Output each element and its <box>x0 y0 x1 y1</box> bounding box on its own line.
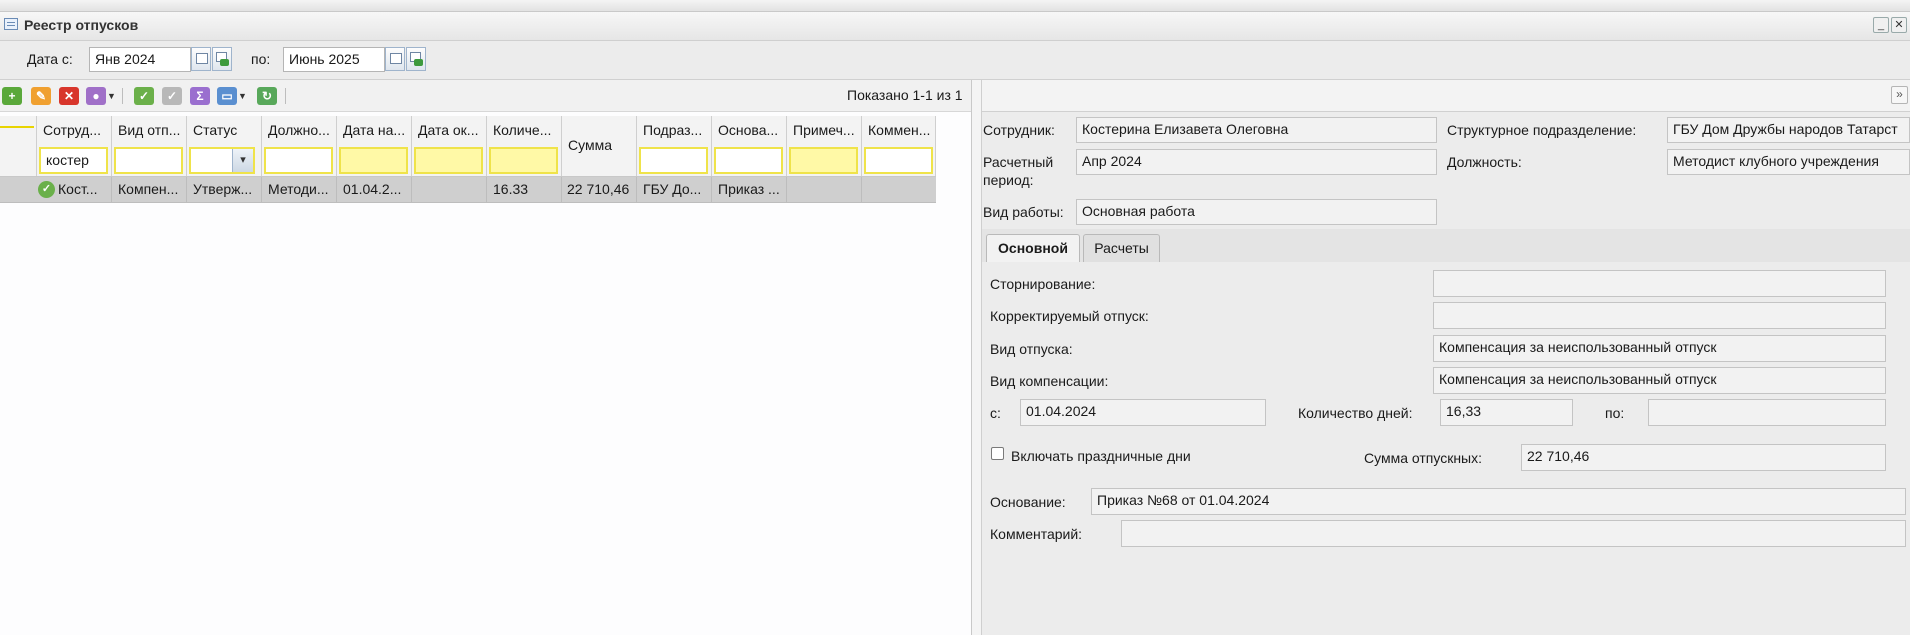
date-from-label: Дата с: <box>27 51 73 67</box>
cell-employee: Кост... <box>58 181 98 197</box>
department-label: Структурное подразделение: <box>1447 122 1637 138</box>
add-icon[interactable]: + <box>2 87 22 105</box>
cell-position: Методи... <box>268 181 329 197</box>
chevron-down-icon[interactable]: ▾ <box>232 149 253 172</box>
row-dividers <box>111 177 112 202</box>
sum-icon[interactable]: Σ <box>190 87 210 105</box>
filter-basis-input[interactable] <box>714 147 783 174</box>
toolbar-separator <box>122 88 123 104</box>
date-from-input[interactable]: Янв 2024 <box>89 47 191 72</box>
filter-department-input[interactable] <box>639 147 708 174</box>
filter-leave-type-input[interactable] <box>114 147 183 174</box>
actions-menu-icon[interactable]: ● <box>86 87 106 105</box>
filter-comment-input[interactable] <box>864 147 933 174</box>
corrected-leave-field[interactable] <box>1433 302 1886 329</box>
cell-start-date: 01.04.2... <box>343 181 402 197</box>
refresh-icon[interactable]: ↻ <box>257 87 277 105</box>
basis-field[interactable]: Приказ №68 от 01.04.2024 <box>1091 488 1906 515</box>
corrected-leave-label: Корректируемый отпуск: <box>990 308 1149 324</box>
unapprove-icon[interactable]: ✓ <box>162 87 182 105</box>
comment-label: Комментарий: <box>990 526 1083 542</box>
edit-icon[interactable]: ✎ <box>31 87 51 105</box>
column-sum[interactable]: Сумма <box>561 116 636 176</box>
approved-status-icon: ✓ <box>38 181 55 198</box>
employee-label: Сотрудник: <box>983 122 1055 138</box>
minimize-icon[interactable]: _ <box>1873 17 1889 33</box>
cell-status: Утверж... <box>193 181 253 197</box>
comment-field[interactable] <box>1121 520 1906 547</box>
filter-start-date-input[interactable] <box>339 147 408 174</box>
print-icon[interactable]: ▭ <box>217 87 237 105</box>
tab-calculations[interactable]: Расчеты <box>1083 234 1160 262</box>
cell-days: 16.33 <box>493 181 529 197</box>
cell-leave-type: Компен... <box>118 181 179 197</box>
cell-end-date <box>418 177 482 202</box>
to-date-label: по: <box>1605 405 1625 421</box>
leave-type-field[interactable]: Компенсация за неиспользованный отпуск <box>1433 335 1886 362</box>
approve-icon[interactable]: ✓ <box>134 87 154 105</box>
date-to-label: по: <box>251 51 271 67</box>
from-date-label: с: <box>990 405 1001 421</box>
basis-label: Основание: <box>990 494 1066 510</box>
compensation-type-field[interactable]: Компенсация за неиспользованный отпуск <box>1433 367 1886 394</box>
delete-icon[interactable]: ✕ <box>59 87 79 105</box>
filter-note-input[interactable] <box>789 147 858 174</box>
cell-basis: Приказ ... <box>718 181 780 197</box>
calendar-reset-icon[interactable] <box>406 47 426 71</box>
window-title: Реестр отпусков <box>24 17 139 33</box>
cell-sum: 22 710,46 <box>567 181 630 197</box>
from-date-field[interactable]: 01.04.2024 <box>1020 399 1266 426</box>
filter-status-select[interactable]: ▾ <box>189 147 255 174</box>
days-count-label: Количество дней: <box>1298 405 1413 421</box>
employee-field[interactable]: Костерина Елизавета Олеговна <box>1076 117 1437 143</box>
collapse-panel-icon[interactable]: » <box>1891 86 1908 104</box>
date-to-input[interactable]: Июнь 2025 <box>283 47 385 72</box>
tab-main[interactable]: Основной <box>986 234 1080 262</box>
period-label-line2: период: <box>983 172 1034 188</box>
detail-panel-header <box>982 80 1910 112</box>
filter-position-input[interactable] <box>264 147 333 174</box>
records-count: Показано 1-1 из 1 <box>847 87 963 103</box>
cell-department: ГБУ До... <box>643 181 702 197</box>
work-type-label: Вид работы: <box>983 204 1064 220</box>
work-type-field[interactable]: Основная работа <box>1076 199 1437 225</box>
toolbar-separator <box>285 88 286 104</box>
calendar-icon[interactable] <box>385 47 405 71</box>
to-date-field[interactable] <box>1648 399 1886 426</box>
window-list-icon <box>4 18 18 30</box>
panel-splitter[interactable] <box>972 80 982 635</box>
storno-label: Сторнирование: <box>990 276 1096 292</box>
close-icon[interactable]: ✕ <box>1891 17 1907 33</box>
calendar-reset-icon[interactable] <box>212 47 232 71</box>
filter-days-input[interactable] <box>489 147 558 174</box>
window-titlebar <box>0 12 1910 41</box>
vacation-sum-field[interactable]: 22 710,46 <box>1521 444 1886 471</box>
include-holidays-checkbox[interactable] <box>991 447 1004 460</box>
filter-end-date-input[interactable] <box>414 147 483 174</box>
leave-type-label: Вид отпуска: <box>990 341 1073 357</box>
position-label: Должность: <box>1447 154 1522 170</box>
cell-note <box>793 177 857 202</box>
calendar-icon[interactable] <box>191 47 211 71</box>
cell-comment <box>868 177 932 202</box>
chevron-down-icon[interactable]: ▼ <box>238 91 247 101</box>
top-strip <box>0 0 1910 12</box>
vacation-sum-label: Сумма отпускных: <box>1364 450 1483 466</box>
department-field[interactable]: ГБУ Дом Дружбы народов Татарст <box>1667 117 1910 143</box>
filter-employee-input[interactable]: костер <box>39 147 108 174</box>
period-field[interactable]: Апр 2024 <box>1076 149 1437 175</box>
chevron-down-icon[interactable]: ▼ <box>107 91 116 101</box>
row-selector-marker <box>0 126 34 128</box>
include-holidays-label: Включать праздничные дни <box>1011 448 1191 464</box>
storno-field[interactable] <box>1433 270 1886 297</box>
period-label: Расчетный <box>983 154 1054 170</box>
position-field[interactable]: Методист клубного учреждения <box>1667 149 1910 175</box>
days-count-field[interactable]: 16,33 <box>1440 399 1573 426</box>
compensation-type-label: Вид компенсации: <box>990 373 1109 389</box>
